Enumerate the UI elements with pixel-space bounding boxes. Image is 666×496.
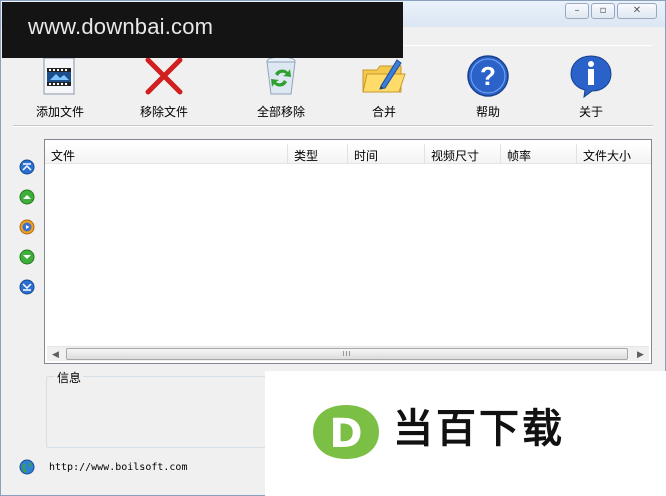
column-header-time[interactable]: 时间: [348, 144, 425, 164]
info-icon: [567, 52, 615, 99]
order-buttons: [19, 159, 35, 295]
remove-all-button[interactable]: 全部移除: [236, 52, 326, 120]
globe-icon: [19, 459, 35, 475]
column-header-type[interactable]: 类型: [288, 144, 348, 164]
about-button[interactable]: 关于: [546, 52, 636, 120]
watermark-text: www.downbai.com: [28, 14, 214, 39]
merge-button[interactable]: 合并: [339, 52, 429, 120]
list-header: 文件 类型 时间 视频尺寸 帧率 文件大小: [45, 144, 651, 164]
brand-logo-letter: D: [329, 411, 362, 457]
window-controls: – ▫ ✕: [565, 3, 657, 19]
close-button[interactable]: ✕: [617, 3, 657, 19]
move-top-icon[interactable]: [19, 159, 35, 175]
horizontal-scrollbar[interactable]: ◀ III ▶: [47, 346, 649, 361]
question-icon: ?: [464, 52, 512, 99]
website-link[interactable]: http://www.boilsoft.com: [49, 462, 187, 473]
scrollbar-thumb[interactable]: III: [66, 348, 628, 360]
remove-file-button[interactable]: 移除文件: [119, 52, 209, 120]
remove-file-label: 移除文件: [139, 105, 188, 119]
help-label: 帮助: [475, 105, 500, 119]
play-icon[interactable]: [19, 219, 35, 235]
toolbar-divider: [13, 125, 653, 127]
move-down-icon[interactable]: [19, 249, 35, 265]
brand-overlay: D 当百下载: [265, 371, 666, 496]
about-label: 关于: [578, 105, 603, 119]
brand-logo-icon: D: [313, 405, 379, 459]
file-list[interactable]: 文件 类型 时间 视频尺寸 帧率 文件大小 ◀ III ▶: [44, 139, 652, 364]
folder-pen-icon: [360, 52, 408, 99]
minimize-button[interactable]: –: [565, 3, 589, 19]
column-header-video-size[interactable]: 视频尺寸: [425, 144, 501, 164]
help-button[interactable]: ? 帮助: [443, 52, 533, 120]
column-header-file[interactable]: 文件: [45, 144, 288, 164]
add-file-label: 添加文件: [35, 105, 84, 119]
scroll-left-icon[interactable]: ◀: [47, 347, 64, 362]
merge-label: 合并: [371, 105, 396, 119]
recycle-bin-icon: [257, 52, 305, 99]
move-bottom-icon[interactable]: [19, 279, 35, 295]
scroll-right-icon[interactable]: ▶: [632, 347, 649, 362]
column-header-file-size[interactable]: 文件大小: [577, 144, 651, 164]
scrollbar-grip: III: [342, 350, 352, 358]
brand-name: 当百下载: [393, 406, 565, 452]
svg-text:?: ?: [480, 61, 496, 91]
red-x-icon: [140, 52, 188, 99]
info-label: 信息: [55, 369, 84, 386]
column-header-frame-rate[interactable]: 帧率: [501, 144, 577, 164]
watermark-banner: www.downbai.com: [2, 2, 403, 58]
move-up-icon[interactable]: [19, 189, 35, 205]
maximize-button[interactable]: ▫: [591, 3, 615, 19]
film-icon: [36, 52, 84, 99]
add-file-button[interactable]: 添加文件: [15, 52, 105, 120]
remove-all-label: 全部移除: [256, 105, 305, 119]
app-window: – ▫ ✕ 添加文件 移除文件 全部移除 合并 ? 帮助 关于 文件 类型 时间…: [0, 0, 666, 496]
